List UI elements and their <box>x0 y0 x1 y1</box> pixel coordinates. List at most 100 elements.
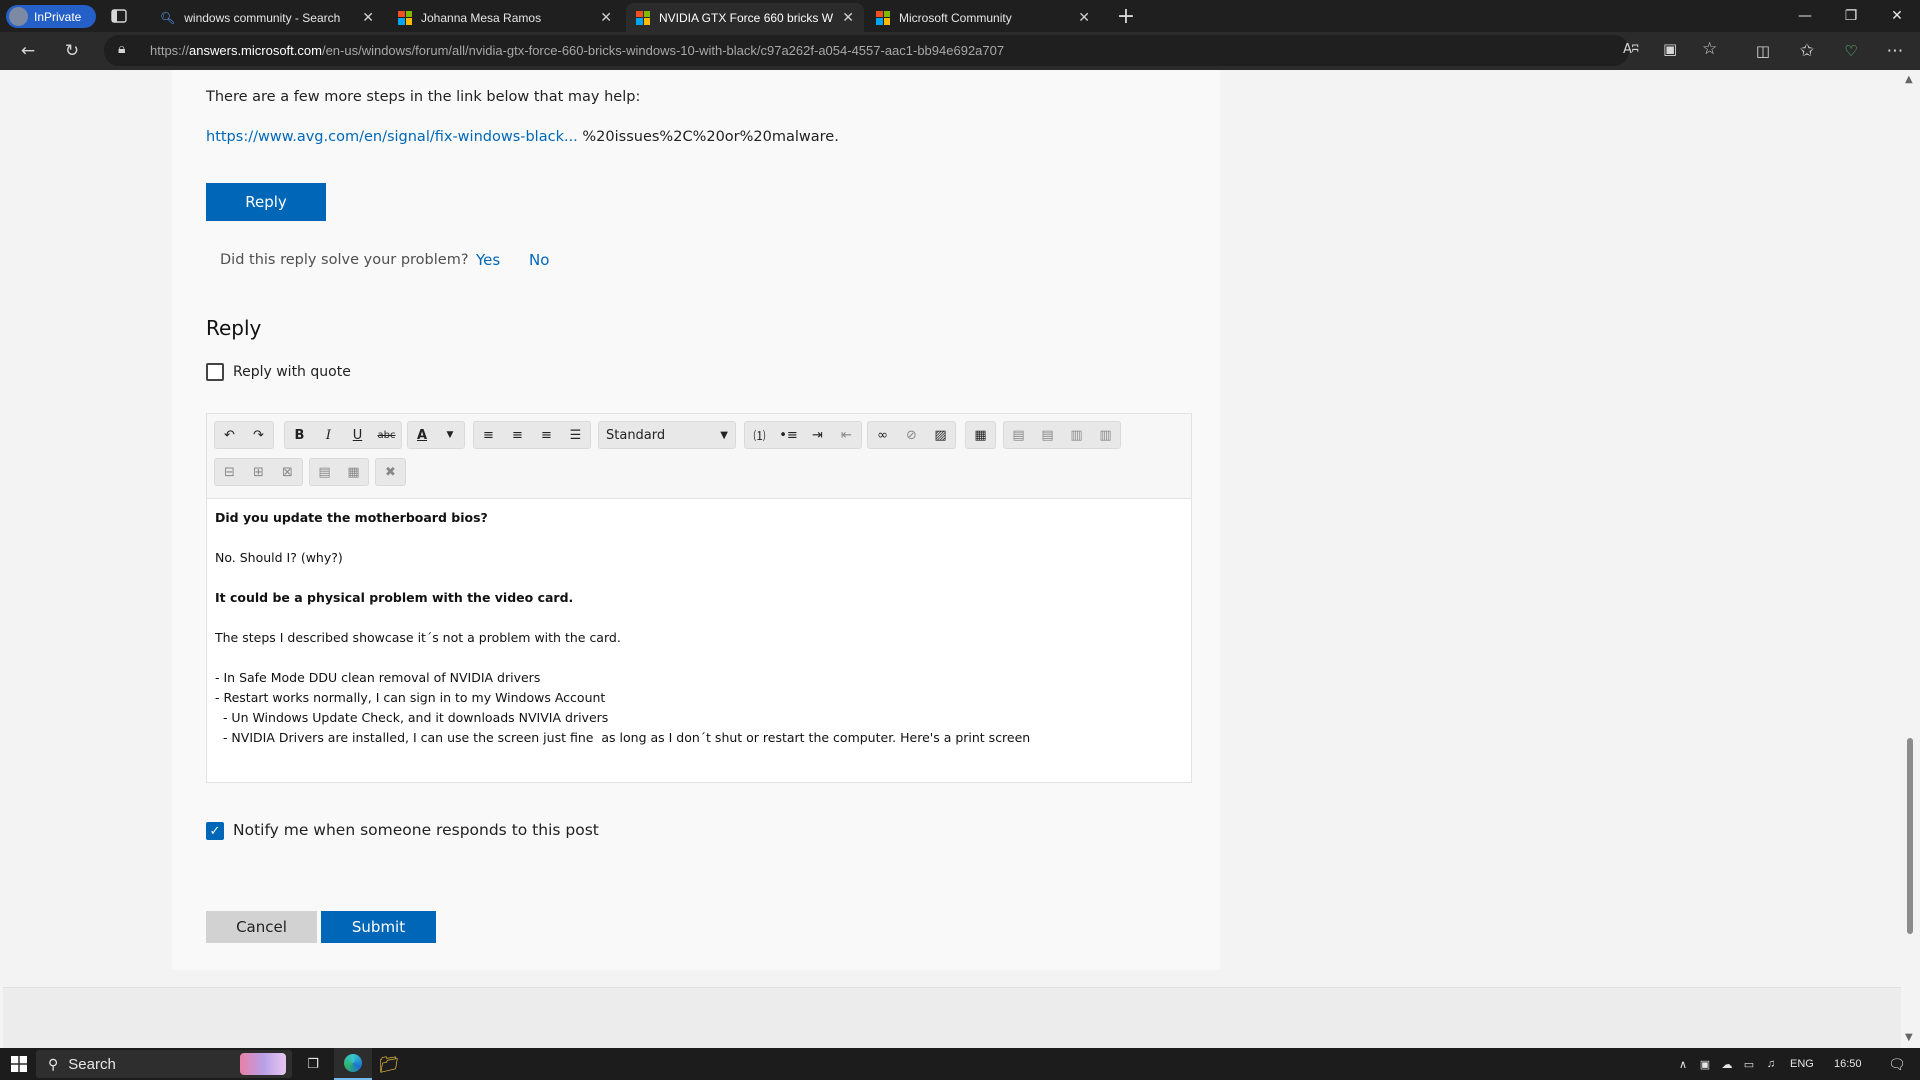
page-scrollbar[interactable]: ▲ ▼ <box>1901 70 1920 1048</box>
edge-logo-icon <box>344 1054 362 1072</box>
monitor-icon[interactable]: ▣ <box>1694 1058 1716 1071</box>
tab-nvidia-gtx-force[interactable]: NVIDIA GTX Force 660 bricks Wi ✕ <box>626 3 864 32</box>
notifications-icon[interactable]: 🗨︎ <box>1888 1056 1906 1073</box>
favorite-star-icon[interactable]: ☆ <box>1702 39 1717 59</box>
clear-formatting-icon[interactable]: ✖ <box>376 459 405 485</box>
yes-link[interactable]: Yes <box>476 251 500 269</box>
inprivate-badge[interactable]: InPrivate <box>6 5 96 28</box>
address-bar[interactable]: 🔒︎ https://answers.microsoft.com/en-us/w… <box>104 35 1717 66</box>
reply-intro-text: There are a few more steps in the link b… <box>206 89 641 105</box>
insert-row-before-icon[interactable]: ▤ <box>1004 422 1033 448</box>
font-color-icon[interactable]: A <box>408 422 436 448</box>
language-indicator[interactable]: ENG <box>1790 1058 1824 1070</box>
table-delete-group: ⊟ ⊞ ⊠ <box>214 458 303 486</box>
align-left-icon[interactable]: ≡ <box>474 422 503 448</box>
delete-table-icon[interactable]: ⊠ <box>273 459 302 485</box>
post-card: There are a few more steps in the link b… <box>172 70 1220 970</box>
no-link[interactable]: No <box>529 251 549 269</box>
align-right-icon[interactable]: ≡ <box>532 422 561 448</box>
insert-column-before-icon[interactable]: ▥ <box>1062 422 1091 448</box>
page-content: There are a few more steps in the link b… <box>3 70 1901 1048</box>
notify-label[interactable]: Notify me when someone responds to this … <box>233 821 599 839</box>
editor-line: - NVIDIA Drivers are installed, I can us… <box>215 730 1031 745</box>
scroll-up-icon[interactable]: ▲ <box>1905 74 1913 85</box>
tab-microsoft-community[interactable]: Microsoft Community ✕ <box>866 3 1100 32</box>
merge-cell-icon[interactable]: ▦ <box>339 459 368 485</box>
microsoft-logo-icon <box>876 10 890 25</box>
clock[interactable]: 16:50 <box>1834 1058 1878 1070</box>
reply-with-quote-checkbox[interactable] <box>206 363 224 381</box>
numbered-list-icon[interactable]: ⑴ <box>745 422 774 448</box>
scroll-down-icon[interactable]: ▼ <box>1905 1032 1913 1043</box>
close-tab-icon[interactable]: ✕ <box>600 9 612 26</box>
insert-column-after-icon[interactable]: ▥ <box>1091 422 1120 448</box>
network-icon[interactable]: ▭ <box>1738 1058 1760 1071</box>
italic-icon[interactable]: I <box>314 422 343 448</box>
read-aloud-icon[interactable]: Aʭ <box>1623 42 1639 57</box>
paragraph-style-select[interactable]: Standard ▼ <box>598 421 736 449</box>
close-window-icon[interactable]: ✕ <box>1874 0 1920 32</box>
tab-johanna-mesa-ramos[interactable]: Johanna Mesa Ramos ✕ <box>388 3 622 32</box>
bold-icon[interactable]: B <box>285 422 314 448</box>
link-icon[interactable]: ∞ <box>868 422 897 448</box>
image-icon[interactable]: ▨ <box>926 422 955 448</box>
avg-link[interactable]: https://www.avg.com/en/signal/fix-window… <box>206 129 578 145</box>
taskbar-search[interactable]: ⚲ Search <box>36 1050 292 1078</box>
task-view-icon[interactable]: ❐ <box>298 1048 328 1080</box>
tab-windows-community-search[interactable]: 🔍︎ windows community - Search ✕ <box>150 3 384 32</box>
submit-button[interactable]: Submit <box>321 911 436 943</box>
close-tab-icon[interactable]: ✕ <box>362 9 374 26</box>
reply-button[interactable]: Reply <box>206 183 326 221</box>
lock-icon[interactable]: 🔒︎ <box>118 41 125 57</box>
file-explorer-icon[interactable]: 📁︎ <box>372 1048 406 1080</box>
restore-icon[interactable]: ❐ <box>1828 0 1874 32</box>
split-cell-icon[interactable]: ▤ <box>310 459 339 485</box>
back-icon[interactable]: ← <box>13 36 43 66</box>
outdent-icon[interactable]: ⇤ <box>832 422 861 448</box>
bullet-list-icon[interactable]: •≡ <box>774 422 803 448</box>
favorites-icon[interactable]: ✩ <box>1792 36 1822 66</box>
show-hidden-icons-icon[interactable]: ∧ <box>1672 1058 1694 1071</box>
underline-icon[interactable]: U <box>343 422 372 448</box>
delete-column-icon[interactable]: ⊞ <box>244 459 273 485</box>
table-icon[interactable]: ▦ <box>966 422 995 448</box>
scroll-thumb[interactable] <box>1907 738 1913 934</box>
tab-actions-icon[interactable] <box>104 1 134 31</box>
reply-with-quote-label[interactable]: Reply with quote <box>233 364 351 380</box>
chevron-down-icon[interactable]: ▼ <box>436 422 464 448</box>
more-options-icon[interactable]: ⋯ <box>1880 36 1910 66</box>
tab-title: Johanna Mesa Ramos <box>421 10 542 25</box>
close-tab-icon[interactable]: ✕ <box>1078 9 1090 26</box>
start-icon[interactable] <box>4 1048 34 1080</box>
url-domain: answers.microsoft.com <box>189 43 322 58</box>
undo-icon[interactable]: ↶ <box>215 422 244 448</box>
align-center-icon[interactable]: ≡ <box>503 422 532 448</box>
insert-row-after-icon[interactable]: ▤ <box>1033 422 1062 448</box>
edge-browser-icon[interactable] <box>334 1048 372 1080</box>
rich-text-editor: ↶ ↷ B I U abc A ▼ ≡ ≡ ≡ ☰ Standard ▼ ⑴ •… <box>206 413 1192 783</box>
browser-essentials-icon[interactable]: ♡ <box>1836 36 1866 66</box>
url-text[interactable]: https://answers.microsoft.com/en-us/wind… <box>150 43 1004 58</box>
unlink-icon[interactable]: ⊘ <box>897 422 926 448</box>
refresh-icon[interactable]: ↻ <box>57 36 87 66</box>
indent-icon[interactable]: ⇥ <box>803 422 832 448</box>
cloud-icon[interactable]: ☁ <box>1716 1058 1738 1071</box>
notify-checkbox[interactable]: ✓ <box>206 822 224 840</box>
volume-icon[interactable]: ♫ <box>1760 1058 1782 1070</box>
search-icon: ⚲ <box>48 1055 59 1072</box>
split-screen-icon[interactable]: ◫ <box>1748 36 1778 66</box>
redo-icon[interactable]: ↷ <box>244 422 273 448</box>
inprivate-label: InPrivate <box>34 9 82 24</box>
align-justify-icon[interactable]: ☰ <box>561 422 590 448</box>
immersive-reader-icon[interactable]: ▣ <box>1663 40 1677 58</box>
close-tab-icon[interactable]: ✕ <box>842 9 854 26</box>
strikethrough-icon[interactable]: abc <box>372 422 401 448</box>
cancel-button[interactable]: Cancel <box>206 911 317 943</box>
solve-question: Did this reply solve your problem? <box>220 252 469 268</box>
search-icon: 🔍︎ <box>160 10 176 25</box>
list-group: ⑴ •≡ ⇥ ⇤ <box>744 421 862 449</box>
new-tab-button[interactable]: + <box>1111 1 1141 31</box>
minimize-icon[interactable]: — <box>1782 0 1828 32</box>
delete-row-icon[interactable]: ⊟ <box>215 459 244 485</box>
editor-line: - In Safe Mode DDU clean removal of NVID… <box>215 670 541 685</box>
